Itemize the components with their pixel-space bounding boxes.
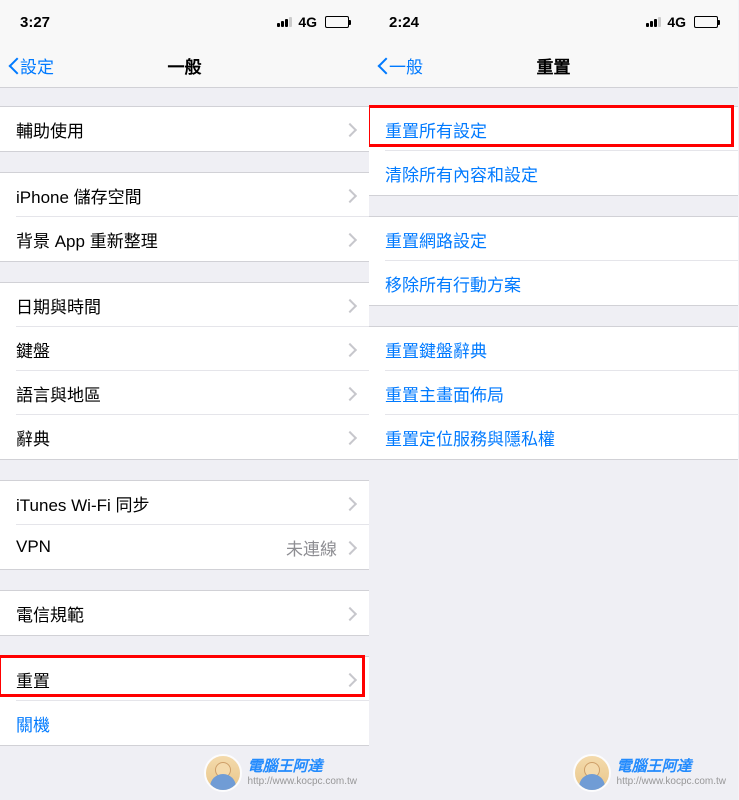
- page-title: 一般: [168, 53, 202, 78]
- row-value: 未連線: [286, 535, 337, 560]
- settings-row[interactable]: iPhone 儲存空間: [0, 173, 369, 217]
- chevron-right-icon: [345, 673, 353, 686]
- settings-row[interactable]: 移除所有行動方案: [369, 261, 738, 305]
- watermark: 電腦王阿達 http://www.kocpc.com.tw: [204, 754, 357, 792]
- settings-section: iPhone 儲存空間背景 App 重新整理: [0, 172, 369, 262]
- status-indicators: 4G: [646, 14, 718, 30]
- row-label: 日期與時間: [16, 293, 345, 318]
- watermark-avatar-icon: [573, 754, 611, 792]
- settings-row[interactable]: 重置主畫面佈局: [369, 371, 738, 415]
- settings-row[interactable]: VPN未連線: [0, 525, 369, 569]
- nav-bar: 設定 一般: [0, 44, 369, 88]
- settings-row[interactable]: 重置所有設定: [369, 107, 738, 151]
- settings-row[interactable]: 重置網路設定: [369, 217, 738, 261]
- network-label: 4G: [667, 14, 686, 30]
- chevron-right-icon: [345, 607, 353, 620]
- settings-row[interactable]: 輔助使用: [0, 107, 369, 151]
- watermark-avatar-icon: [204, 754, 242, 792]
- row-label: VPN: [16, 537, 286, 557]
- settings-row[interactable]: 背景 App 重新整理: [0, 217, 369, 261]
- row-label: 重置: [16, 667, 345, 692]
- chevron-right-icon: [345, 387, 353, 400]
- chevron-right-icon: [345, 189, 353, 202]
- reset-list[interactable]: 重置所有設定清除所有內容和設定重置網路設定移除所有行動方案重置鍵盤辭典重置主畫面…: [369, 88, 738, 460]
- settings-row[interactable]: iTunes Wi-Fi 同步: [0, 481, 369, 525]
- settings-row[interactable]: 關機: [0, 701, 369, 745]
- status-time: 2:24: [389, 14, 646, 31]
- chevron-right-icon: [345, 123, 353, 136]
- chevron-right-icon: [345, 431, 353, 444]
- row-label: 關機: [16, 711, 353, 736]
- row-label: 電信規範: [16, 601, 345, 626]
- settings-section: 電信規範: [0, 590, 369, 636]
- back-button[interactable]: 設定: [0, 53, 54, 78]
- status-bar: 3:27 4G: [0, 0, 369, 44]
- page-title: 重置: [537, 53, 571, 78]
- watermark-title: 電腦王阿達: [248, 759, 357, 776]
- nav-bar: 一般 重置: [369, 44, 738, 88]
- settings-row[interactable]: 重置定位服務與隱私權: [369, 415, 738, 459]
- settings-section: 日期與時間鍵盤語言與地區辭典: [0, 282, 369, 460]
- settings-section: iTunes Wi-Fi 同步 VPN未連線: [0, 480, 369, 570]
- row-label: 重置鍵盤辭典: [385, 337, 722, 362]
- chevron-right-icon: [345, 233, 353, 246]
- row-label: 重置主畫面佈局: [385, 381, 722, 406]
- settings-row[interactable]: 語言與地區: [0, 371, 369, 415]
- phone-left: 3:27 4G 設定 一般 輔助使用 iPhone 儲存空間背景 App 重新整理…: [0, 0, 369, 800]
- row-label: 輔助使用: [16, 117, 345, 142]
- settings-row[interactable]: 鍵盤: [0, 327, 369, 371]
- row-label: 鍵盤: [16, 337, 345, 362]
- settings-row[interactable]: 清除所有內容和設定: [369, 151, 738, 195]
- row-label: iTunes Wi-Fi 同步: [16, 491, 345, 516]
- settings-section: 輔助使用: [0, 106, 369, 152]
- chevron-left-icon: [8, 56, 20, 76]
- status-time: 3:27: [20, 14, 277, 31]
- settings-section: 重置鍵盤辭典重置主畫面佈局重置定位服務與隱私權: [369, 326, 738, 460]
- watermark: 電腦王阿達 http://www.kocpc.com.tw: [573, 754, 726, 792]
- network-label: 4G: [298, 14, 317, 30]
- watermark-title: 電腦王阿達: [617, 759, 726, 776]
- signal-icon: [646, 17, 661, 27]
- settings-row[interactable]: 重置鍵盤辭典: [369, 327, 738, 371]
- settings-section: 重置關機: [0, 656, 369, 746]
- row-label: 清除所有內容和設定: [385, 161, 722, 186]
- chevron-left-icon: [377, 56, 389, 76]
- row-label: 重置定位服務與隱私權: [385, 425, 722, 450]
- status-indicators: 4G: [277, 14, 349, 30]
- settings-section: 重置網路設定移除所有行動方案: [369, 216, 738, 306]
- row-label: 重置網路設定: [385, 227, 722, 252]
- settings-row[interactable]: 電信規範: [0, 591, 369, 635]
- settings-section: 重置所有設定清除所有內容和設定: [369, 106, 738, 196]
- battery-icon: [694, 16, 718, 28]
- chevron-right-icon: [345, 299, 353, 312]
- phone-right: 2:24 4G 一般 重置 重置所有設定清除所有內容和設定重置網路設定移除所有行…: [369, 0, 738, 800]
- chevron-right-icon: [345, 343, 353, 356]
- back-button[interactable]: 一般: [369, 53, 423, 78]
- status-bar: 2:24 4G: [369, 0, 738, 44]
- signal-icon: [277, 17, 292, 27]
- row-label: iPhone 儲存空間: [16, 183, 345, 208]
- row-label: 辭典: [16, 425, 345, 450]
- watermark-url: http://www.kocpc.com.tw: [248, 776, 357, 787]
- battery-icon: [325, 16, 349, 28]
- watermark-url: http://www.kocpc.com.tw: [617, 776, 726, 787]
- row-label: 背景 App 重新整理: [16, 227, 345, 252]
- settings-row[interactable]: 重置: [0, 657, 369, 701]
- settings-row[interactable]: 日期與時間: [0, 283, 369, 327]
- row-label: 移除所有行動方案: [385, 271, 722, 296]
- chevron-right-icon: [345, 497, 353, 510]
- row-label: 語言與地區: [16, 381, 345, 406]
- chevron-right-icon: [345, 541, 353, 554]
- row-label: 重置所有設定: [385, 117, 722, 142]
- settings-list[interactable]: 輔助使用iPhone 儲存空間背景 App 重新整理日期與時間鍵盤語言與地區辭典…: [0, 88, 369, 746]
- settings-row[interactable]: 辭典: [0, 415, 369, 459]
